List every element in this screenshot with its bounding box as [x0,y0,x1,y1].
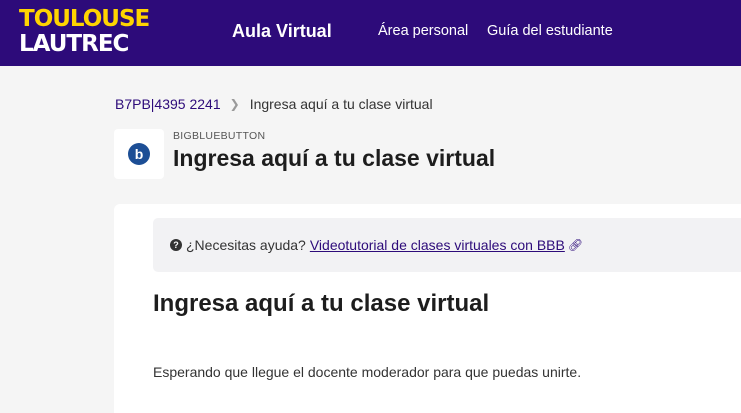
help-question: ¿Necesitas ayuda? [186,237,306,253]
logo-line-1: TOULOUSE [19,6,150,32]
activity-type-label: BIGBLUEBUTTON [173,130,266,142]
main-content-card: ? ¿Necesitas ayuda? Videotutorial de cla… [114,204,741,413]
question-circle-icon: ? [170,239,182,251]
logo-line-2: LAUTREC [19,31,129,57]
nav-guia-estudiante[interactable]: Guía del estudiante [487,23,613,39]
nav-area-personal[interactable]: Área personal [378,23,468,39]
help-notice: ? ¿Necesitas ayuda? Videotutorial de cla… [153,218,741,272]
toulouse-lautrec-logo[interactable]: TOULOUSE LAUTREC [19,8,209,56]
content-title: Ingresa aquí a tu clase virtual [153,290,490,317]
external-link-icon: 🔗︎ [567,238,584,252]
videotutorial-link[interactable]: Videotutorial de clases virtuales con BB… [310,237,565,253]
breadcrumb-current: Ingresa aquí a tu clase virtual [249,96,433,112]
top-navbar: TOULOUSE LAUTREC Aula Virtual Área perso… [0,0,741,66]
breadcrumb: B7PB|4395 2241 ❯ Ingresa aquí a tu clase… [115,96,433,112]
activity-icon-container: b [114,129,164,179]
breadcrumb-course-link[interactable]: B7PB|4395 2241 [115,96,221,112]
chevron-right-icon: ❯ [229,97,240,111]
bigbluebutton-icon: b [128,143,150,165]
waiting-status-text: Esperando que llegue el docente moderado… [153,364,582,380]
app-title[interactable]: Aula Virtual [232,21,332,42]
page-title: Ingresa aquí a tu clase virtual [173,145,496,171]
